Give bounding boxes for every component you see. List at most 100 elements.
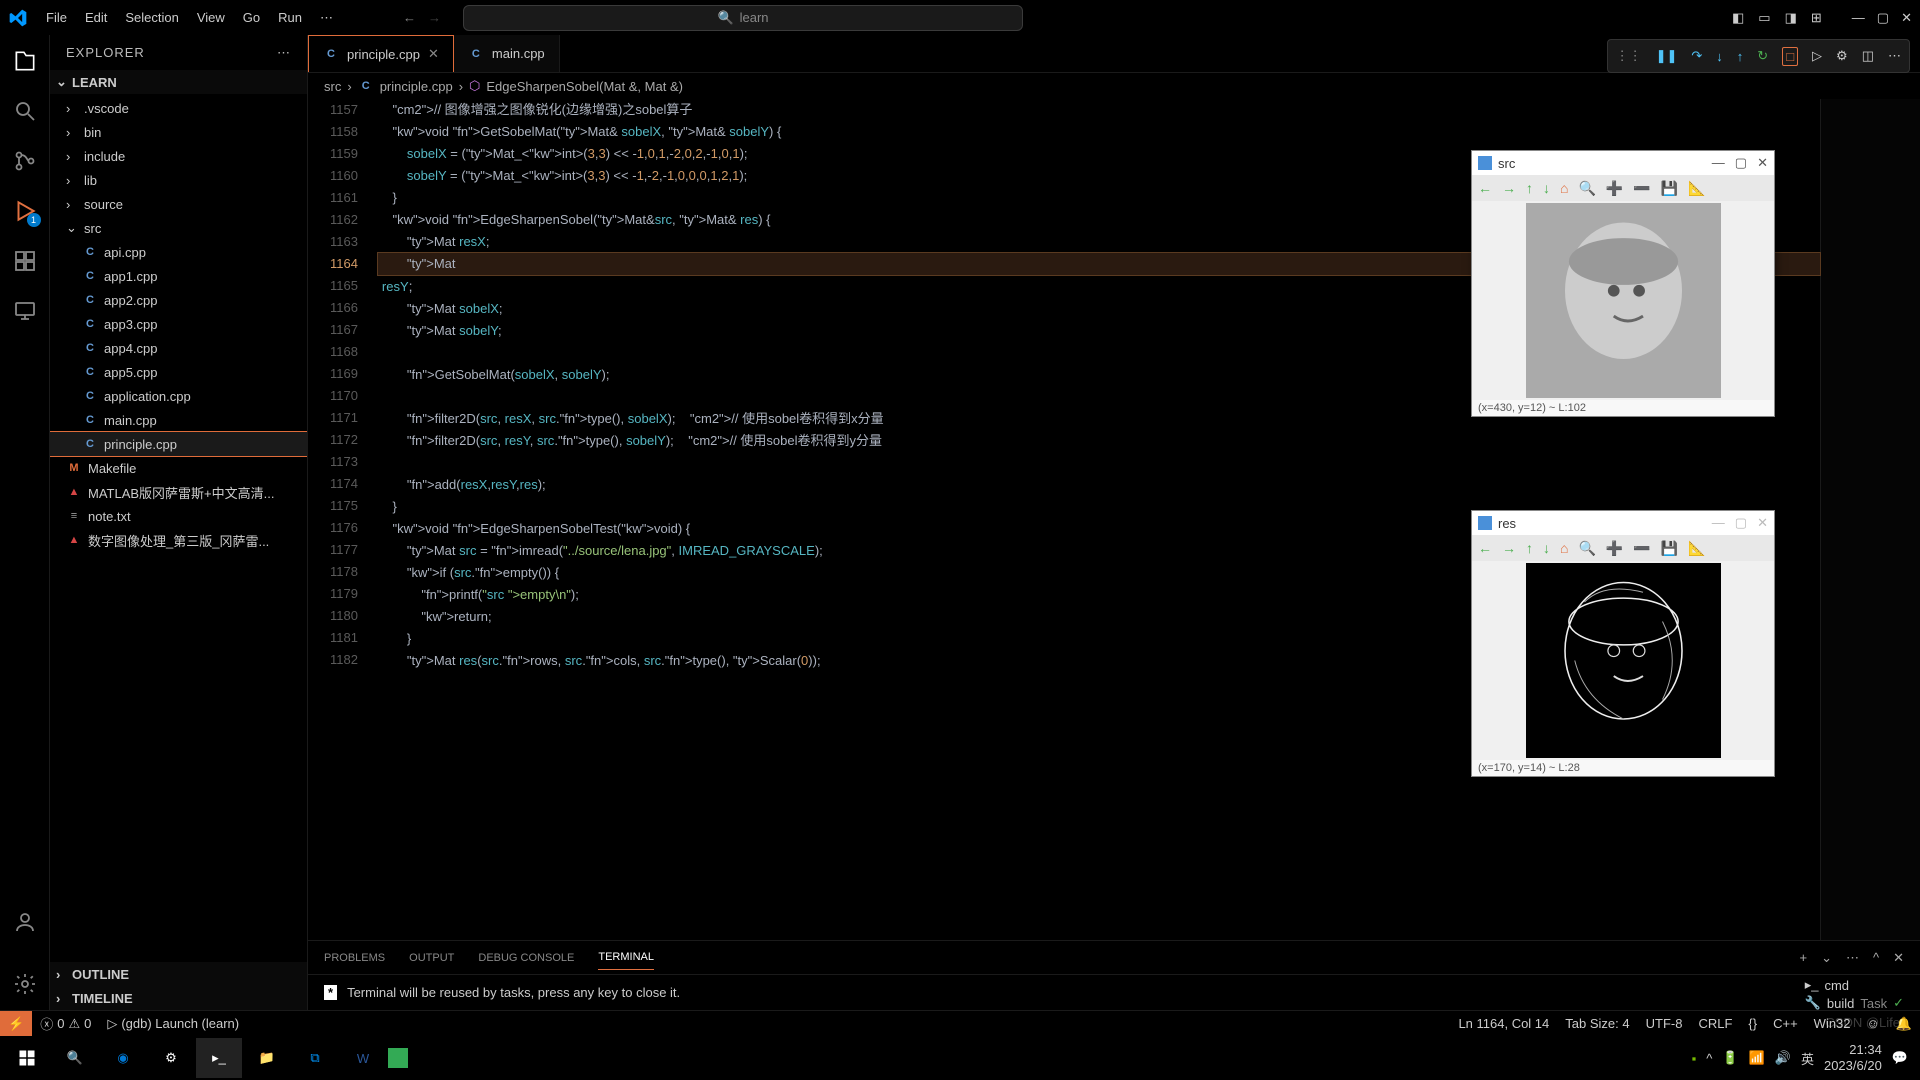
menu-go[interactable]: Go — [235, 6, 268, 29]
status-encoding[interactable]: UTF-8 — [1638, 1016, 1691, 1031]
config-icon[interactable]: 📐 — [1688, 540, 1705, 557]
arrow-right-icon[interactable]: → — [1502, 540, 1516, 556]
notifications-icon[interactable]: 💬 — [1892, 1050, 1908, 1066]
outline-header[interactable]: › OUTLINE — [50, 962, 307, 986]
status-lang[interactable]: C++ — [1765, 1016, 1806, 1031]
step-over-icon[interactable]: ↷ — [1691, 48, 1702, 64]
arrow-up-icon[interactable]: ↑ — [1526, 540, 1533, 556]
tray-battery-icon[interactable]: 🔋 — [1722, 1050, 1738, 1066]
float-titlebar[interactable]: res —▢✕ — [1472, 511, 1774, 535]
arrow-up-icon[interactable]: ↑ — [1526, 180, 1533, 196]
save-icon[interactable]: 💾 — [1661, 180, 1678, 197]
arrow-left-icon[interactable]: ← — [1478, 180, 1492, 196]
run-debug-icon[interactable]: 1 — [11, 197, 39, 225]
step-out-icon[interactable]: ↑ — [1737, 49, 1744, 64]
split-icon[interactable]: ◫ — [1862, 48, 1874, 64]
save-icon[interactable]: 💾 — [1661, 540, 1678, 557]
status-launch[interactable]: ▷(gdb) Launch (learn) — [99, 1011, 247, 1036]
file-root[interactable]: ≡note.txt — [50, 504, 307, 528]
close-icon[interactable]: ✕ — [1757, 515, 1768, 531]
float-titlebar[interactable]: src —▢✕ — [1472, 151, 1774, 175]
status-eol[interactable]: CRLF — [1690, 1016, 1740, 1031]
extensions-icon[interactable] — [11, 247, 39, 275]
menu-more-icon[interactable]: ⋯ — [312, 6, 341, 30]
folder-src[interactable]: ⌄src — [50, 216, 307, 240]
maximize-panel-icon[interactable]: ^ — [1873, 950, 1879, 966]
tray-ime[interactable]: 英 — [1801, 1049, 1814, 1068]
nav-forward-icon[interactable]: → — [428, 10, 441, 25]
explorer-taskbar-icon[interactable]: 📁 — [244, 1038, 290, 1078]
menu-selection[interactable]: Selection — [117, 6, 186, 29]
breadcrumb-symbol[interactable]: EdgeSharpenSobel(Mat &, Mat &) — [486, 79, 683, 94]
pause-icon[interactable]: ❚❚ — [1656, 48, 1678, 64]
edge-icon[interactable]: ◉ — [100, 1038, 146, 1078]
explorer-icon[interactable] — [11, 47, 39, 75]
folder-.vscode[interactable]: ›.vscode — [50, 96, 307, 120]
tray-wifi-icon[interactable]: 📶 — [1749, 1050, 1765, 1066]
terminal-more-icon[interactable]: ⋯ — [1846, 950, 1859, 966]
zoom-out-icon[interactable]: ➖ — [1633, 540, 1650, 557]
remote-icon[interactable] — [11, 297, 39, 325]
breadcrumb-file[interactable]: principle.cpp — [380, 79, 453, 94]
arrow-left-icon[interactable]: ← — [1478, 540, 1492, 556]
layout-panel-icon[interactable]: ▭ — [1758, 10, 1770, 26]
zoom-icon[interactable]: 🔍 — [1578, 540, 1595, 557]
menu-edit[interactable]: Edit — [77, 6, 115, 29]
tray-volume-icon[interactable]: 🔊 — [1775, 1050, 1791, 1066]
file-app4.cpp[interactable]: Capp4.cpp — [50, 336, 307, 360]
status-errors[interactable]: ⓧ0⚠0 — [32, 1011, 99, 1036]
more-icon[interactable]: ⋯ — [1888, 48, 1901, 64]
maximize-icon[interactable]: ▢ — [1735, 515, 1747, 531]
status-tabsize[interactable]: Tab Size: 4 — [1557, 1016, 1637, 1031]
new-terminal-icon[interactable]: + — [1799, 950, 1807, 966]
terminal-session-cmd[interactable]: ▸_cmd — [1805, 977, 1904, 993]
debug-more-icon[interactable]: ▷ — [1812, 48, 1822, 64]
tab-terminal[interactable]: TERMINAL — [598, 945, 654, 970]
taskbar-clock[interactable]: 21:34 2023/6/20 — [1824, 1042, 1882, 1073]
status-cursor[interactable]: Ln 1164, Col 14 — [1450, 1016, 1557, 1031]
breadcrumb[interactable]: src › C principle.cpp › ⬡ EdgeSharpenSob… — [308, 73, 1920, 99]
layout-sidebar-right-icon[interactable]: ◨ — [1785, 10, 1797, 26]
file-app5.cpp[interactable]: Capp5.cpp — [50, 360, 307, 384]
tab-debug-console[interactable]: DEBUG CONSOLE — [478, 946, 574, 970]
layout-customize-icon[interactable]: ⊞ — [1811, 10, 1822, 26]
close-tab-icon[interactable]: ✕ — [428, 46, 439, 62]
file-api.cpp[interactable]: Capi.cpp — [50, 240, 307, 264]
file-principle.cpp[interactable]: Cprinciple.cpp — [50, 432, 307, 456]
folder-bin[interactable]: ›bin — [50, 120, 307, 144]
arrow-down-icon[interactable]: ↓ — [1543, 540, 1550, 556]
image-window-src[interactable]: src —▢✕ ← → ↑ ↓ ⌂ 🔍 ➕ ➖ 💾 📐 (x=430, y=12… — [1471, 150, 1775, 417]
minimize-icon[interactable]: — — [1712, 155, 1725, 171]
file-app2.cpp[interactable]: Capp2.cpp — [50, 288, 307, 312]
nav-back-icon[interactable]: ← — [403, 10, 416, 25]
menu-file[interactable]: File — [38, 6, 75, 29]
terminal-session-build[interactable]: 🔧build Task ✓ — [1805, 995, 1904, 1011]
remote-indicator[interactable]: ⚡ — [0, 1011, 32, 1036]
step-into-icon[interactable]: ↓ — [1716, 49, 1723, 64]
drag-handle-icon[interactable]: ⋮⋮ — [1616, 48, 1642, 64]
vscode-taskbar-icon[interactable]: ⧉ — [292, 1038, 338, 1078]
source-control-icon[interactable] — [11, 147, 39, 175]
file-root[interactable]: ▲数字图像处理_第三版_冈萨雷... — [50, 528, 307, 552]
zoom-in-icon[interactable]: ➕ — [1606, 540, 1623, 557]
explorer-more-icon[interactable]: ⋯ — [277, 45, 291, 61]
search-input[interactable]: 🔍 learn — [463, 5, 1023, 31]
folder-lib[interactable]: ›lib — [50, 168, 307, 192]
word-taskbar-icon[interactable]: W — [340, 1038, 386, 1078]
menu-run[interactable]: Run — [270, 6, 310, 29]
tab-main.cpp[interactable]: Cmain.cpp — [454, 35, 560, 72]
tray-nvidia-icon[interactable]: ▪ — [1692, 1051, 1697, 1066]
file-app1.cpp[interactable]: Capp1.cpp — [50, 264, 307, 288]
breadcrumb-folder[interactable]: src — [324, 79, 341, 94]
minimize-icon[interactable]: — — [1712, 515, 1725, 531]
home-icon[interactable]: ⌂ — [1560, 180, 1568, 196]
app-taskbar-icon[interactable] — [388, 1048, 408, 1068]
terminal-dropdown-icon[interactable]: ⌄ — [1821, 950, 1832, 966]
terminal-content[interactable]: * Terminal will be reused by tasks, pres… — [308, 975, 1920, 1010]
close-icon[interactable]: ✕ — [1757, 155, 1768, 171]
zoom-icon[interactable]: 🔍 — [1578, 180, 1595, 197]
close-panel-icon[interactable]: ✕ — [1893, 950, 1904, 966]
settings-taskbar-icon[interactable]: ⚙ — [148, 1038, 194, 1078]
tray-up-icon[interactable]: ^ — [1706, 1051, 1712, 1066]
gear-icon[interactable]: ⚙ — [1836, 48, 1848, 64]
